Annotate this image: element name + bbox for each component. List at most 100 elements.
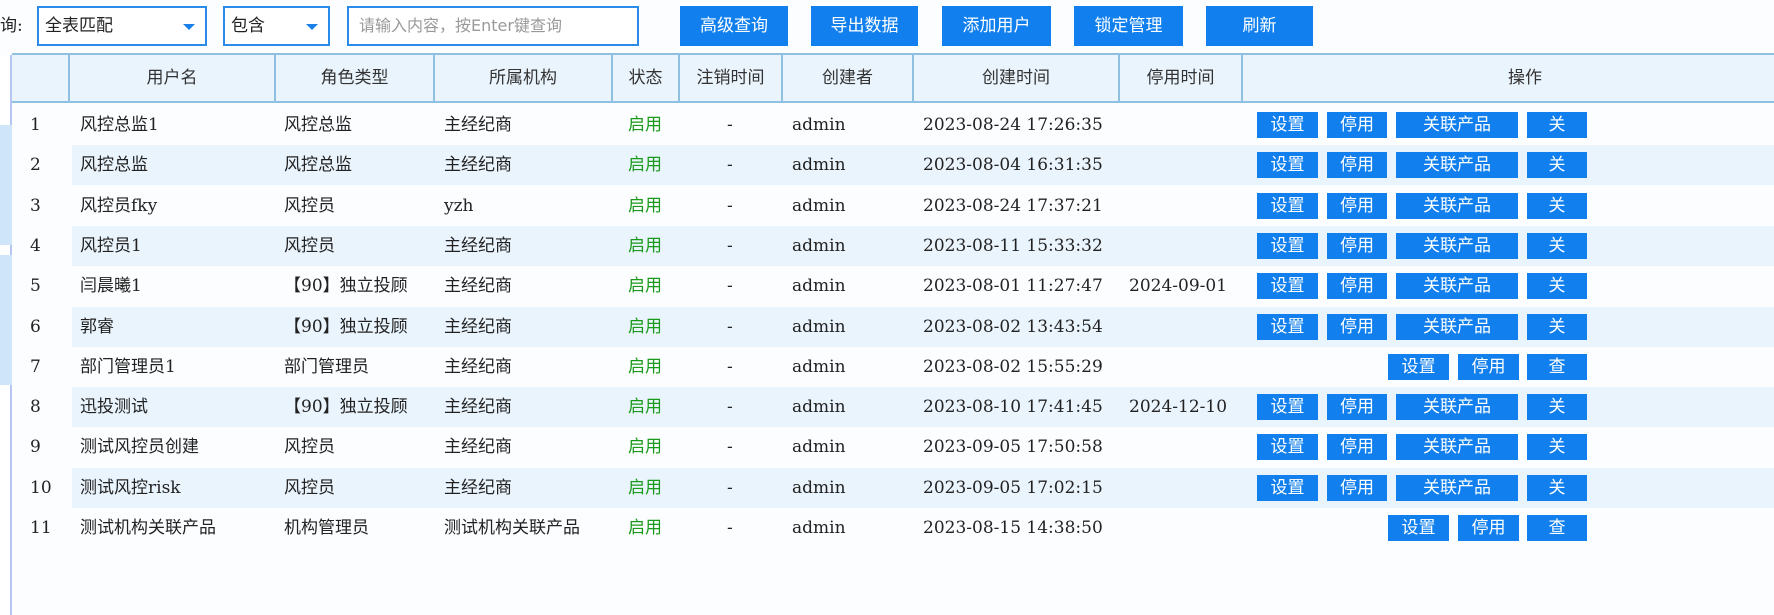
cell-cancel: -	[727, 195, 733, 216]
operator-select[interactable]: 包含	[223, 6, 330, 46]
settings-button[interactable]: 设置	[1257, 192, 1318, 219]
link-more-button[interactable]: 关	[1527, 152, 1587, 179]
link-more-button[interactable]: 关	[1527, 434, 1587, 461]
export-data-button[interactable]: 导出数据	[811, 6, 918, 46]
settings-button[interactable]: 设置	[1257, 273, 1318, 300]
lock-management-button[interactable]: 锁定管理	[1074, 6, 1183, 46]
header-created-time: 创建时间	[914, 55, 1120, 101]
cell-status: 启用	[628, 316, 662, 337]
link-more-button[interactable]: 关	[1527, 474, 1587, 501]
table-row[interactable]: 3 风控员fky 风控员 yzh 启用 - admin 2023-08-24 17:37:21…	[12, 186, 1774, 226]
disable-button[interactable]: 停用	[1327, 152, 1387, 179]
header-role-type: 角色类型	[276, 55, 435, 101]
match-select[interactable]: 全表匹配	[37, 6, 207, 46]
view-button[interactable]: 查	[1527, 515, 1587, 541]
search-input[interactable]: 请输入内容，按Enter键查询	[347, 6, 639, 46]
cell-idx: 4	[30, 235, 41, 256]
settings-button[interactable]: 设置	[1257, 434, 1318, 461]
table-row[interactable]: 8 迅投测试 【90】独立投顾 主经纪商 启用 - admin 2023-08-10 17:4…	[12, 387, 1774, 428]
disable-button[interactable]: 停用	[1327, 394, 1387, 421]
link-more-button[interactable]: 关	[1527, 273, 1587, 300]
refresh-button[interactable]: 刷新	[1206, 6, 1313, 46]
disable-button[interactable]: 停用	[1327, 434, 1387, 461]
link-product-button[interactable]: 关联产品	[1396, 273, 1518, 300]
link-product-button[interactable]: 关联产品	[1396, 192, 1518, 219]
cell-org: 主经纪商	[444, 115, 512, 135]
cell-role: 风控总监	[284, 155, 352, 176]
settings-button[interactable]: 设置	[1388, 515, 1449, 541]
cell-status: 启用	[628, 195, 662, 216]
side-tab[interactable]	[0, 125, 12, 245]
settings-button[interactable]: 设置	[1388, 353, 1449, 380]
settings-button[interactable]: 设置	[1257, 474, 1318, 501]
cell-idx: 5	[30, 276, 41, 297]
link-more-button[interactable]: 关	[1527, 192, 1587, 219]
table-row[interactable]: 5 闫晨曦1 【90】独立投顾 主经纪商 启用 - admin 2023-08-01 11:2…	[12, 266, 1774, 306]
cell-status: 启用	[628, 356, 662, 377]
cell-idx: 1	[30, 115, 41, 135]
settings-button[interactable]: 设置	[1257, 152, 1318, 179]
cell-name: 测试机构关联产品	[80, 518, 216, 538]
settings-button[interactable]: 设置	[1257, 232, 1318, 259]
link-more-button[interactable]: 关	[1527, 313, 1587, 340]
cell-status: 启用	[628, 155, 662, 176]
cell-role: 【90】独立投顾	[284, 276, 408, 297]
cell-creator: admin	[792, 316, 846, 337]
cell-name: 测试风控员创建	[80, 437, 199, 458]
table-row[interactable]: 7 部门管理员1 部门管理员 主经纪商 启用 - admin 2023-08-02 15:55…	[12, 347, 1774, 387]
disable-button[interactable]: 停用	[1458, 353, 1519, 380]
table-row[interactable]: 1 风控总监1 风控总监 主经纪商 启用 - admin 2023-08-24 17:26:3…	[12, 105, 1774, 145]
disable-button[interactable]: 停用	[1327, 273, 1387, 300]
cell-org: 主经纪商	[444, 397, 512, 418]
cell-creator: admin	[792, 397, 846, 418]
settings-button[interactable]: 设置	[1257, 112, 1318, 138]
link-product-button[interactable]: 关联产品	[1396, 232, 1518, 259]
table-row[interactable]: 10 测试风控risk 风控员 主经纪商 启用 - admin 2023-09-05 17:0…	[12, 467, 1774, 508]
disable-button[interactable]: 停用	[1327, 313, 1387, 340]
link-more-button[interactable]: 关	[1527, 394, 1587, 421]
link-more-button[interactable]: 关	[1527, 112, 1587, 138]
header-index	[12, 55, 70, 101]
link-product-button[interactable]: 关联产品	[1396, 474, 1518, 501]
link-more-button[interactable]: 关	[1527, 232, 1587, 259]
link-product-button[interactable]: 关联产品	[1396, 112, 1518, 138]
cell-cancel: -	[727, 356, 733, 377]
cell-role: 风控员	[284, 235, 335, 256]
header-cancel-time: 注销时间	[680, 55, 783, 101]
table-row[interactable]: 6 郭睿 【90】独立投顾 主经纪商 启用 - admin 2023-08-02 13:43:…	[12, 306, 1774, 347]
disable-button[interactable]: 停用	[1327, 112, 1387, 138]
link-product-button[interactable]: 关联产品	[1396, 152, 1518, 179]
advanced-query-button[interactable]: 高级查询	[680, 6, 788, 46]
view-button[interactable]: 查	[1527, 353, 1587, 380]
cell-org: 主经纪商	[444, 235, 512, 256]
cell-creator: admin	[792, 356, 846, 377]
cell-org: yzh	[444, 195, 474, 216]
cell-cancel: -	[727, 518, 733, 538]
settings-button[interactable]: 设置	[1257, 313, 1318, 340]
cell-name: 风控员1	[80, 235, 142, 256]
cell-status: 启用	[628, 276, 662, 297]
disable-button[interactable]: 停用	[1327, 192, 1387, 219]
cell-idx: 3	[30, 195, 41, 216]
table-row[interactable]: 4 风控员1 风控员 主经纪商 启用 - admin 2023-08-11 15:33:32 设…	[12, 225, 1774, 266]
settings-button[interactable]: 设置	[1257, 394, 1318, 421]
cell-created: 2023-08-24 17:26:35	[923, 115, 1103, 135]
disable-button[interactable]: 停用	[1327, 474, 1387, 501]
side-panel	[0, 55, 12, 615]
table-row[interactable]: 2 风控总监 风控总监 主经纪商 启用 - admin 2023-08-04 16:31:35…	[12, 145, 1774, 186]
link-product-button[interactable]: 关联产品	[1396, 313, 1518, 340]
table-header: 用户名 角色类型 所属机构 状态 注销时间 创建者 创建时间 停用时间 操作	[12, 53, 1774, 103]
cell-role: 风控员	[284, 477, 335, 498]
cell-created: 2023-09-05 17:02:15	[923, 477, 1103, 498]
cell-cancel: -	[727, 316, 733, 337]
disable-button[interactable]: 停用	[1327, 232, 1387, 259]
header-creator: 创建者	[783, 55, 914, 101]
side-tab[interactable]	[0, 255, 12, 385]
link-product-button[interactable]: 关联产品	[1396, 434, 1518, 461]
link-product-button[interactable]: 关联产品	[1396, 394, 1518, 421]
table-row[interactable]: 9 测试风控员创建 风控员 主经纪商 启用 - admin 2023-09-05 17:50:…	[12, 427, 1774, 467]
cell-created: 2023-08-11 15:33:32	[923, 235, 1103, 256]
disable-button[interactable]: 停用	[1458, 515, 1519, 541]
table-row[interactable]: 11 测试机构关联产品 机构管理员 测试机构关联产品 启用 - admin 2023-08-1…	[12, 508, 1774, 548]
add-user-button[interactable]: 添加用户	[942, 6, 1051, 46]
